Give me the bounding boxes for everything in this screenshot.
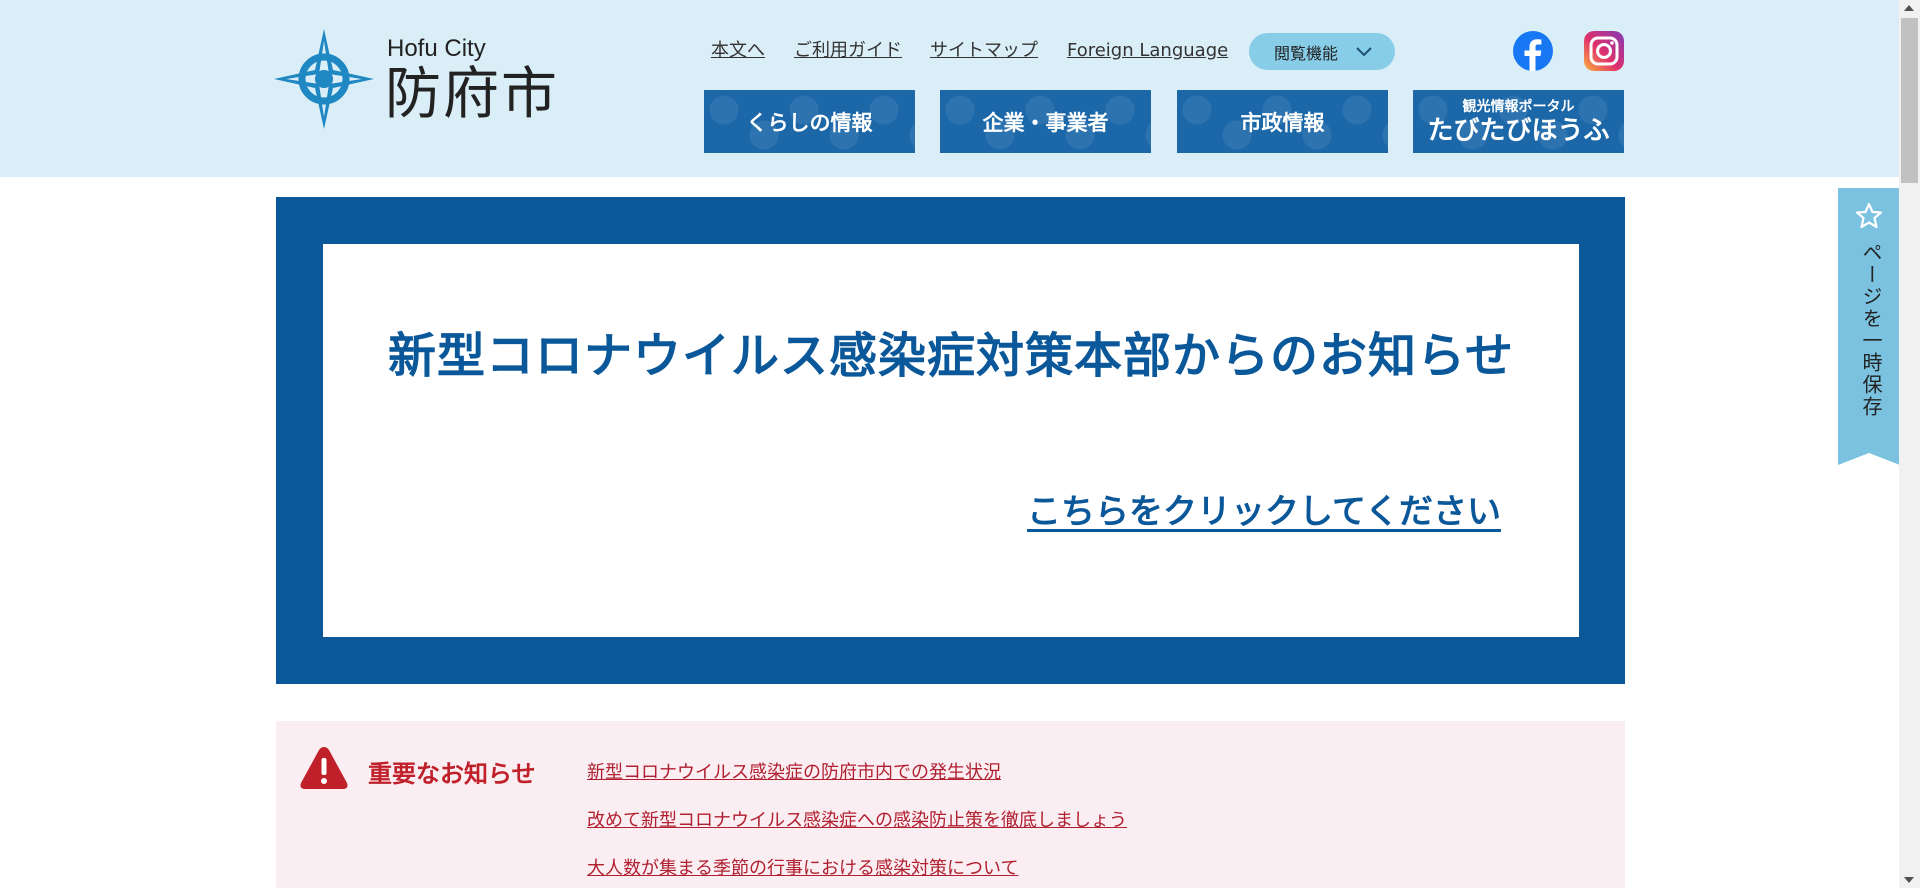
portal-title: たびたびほうふ <box>1427 115 1610 146</box>
nav-living-info[interactable]: くらしの情報 <box>704 90 915 153</box>
instagram-icon[interactable] <box>1583 30 1625 72</box>
save-page-tab[interactable]: ページを一時保存 <box>1838 188 1900 465</box>
banner-title: 新型コロナウイルス感染症対策本部からのお知らせ <box>387 328 1515 384</box>
notice-link-prevention[interactable]: 改めて新型コロナウイルス感染症への感染防止策を徹底しましょう <box>587 806 1127 832</box>
notice-link-seasonal-events[interactable]: 大人数が集まる季節の行事における感染対策について <box>587 854 1018 880</box>
covid-banner[interactable]: 新型コロナウイルス感染症対策本部からのお知らせ こちらをクリックしてください <box>276 197 1625 684</box>
usage-guide-link[interactable]: ご利用ガイド <box>794 40 902 62</box>
notice-link-outbreak-status[interactable]: 新型コロナウイルス感染症の防府市内での発生状況 <box>587 758 1001 784</box>
browse-functions-button[interactable]: 閲覧機能 <box>1249 33 1395 70</box>
important-notices: 重要なお知らせ 新型コロナウイルス感染症の防府市内での発生状況 改めて新型コロナ… <box>276 721 1625 888</box>
scroll-down-arrow-icon[interactable] <box>1904 877 1914 883</box>
banner-inner: 新型コロナウイルス感染症対策本部からのお知らせ こちらをクリックしてください <box>323 244 1579 637</box>
notice-title: 重要なお知らせ <box>368 760 536 788</box>
facebook-icon[interactable] <box>1512 30 1554 72</box>
save-page-label: ページを一時保存 <box>1859 242 1883 418</box>
banner-click-link[interactable]: こちらをクリックしてください <box>1027 484 1501 533</box>
scrollbar-thumb[interactable] <box>1901 18 1918 183</box>
browse-functions-label: 閲覧機能 <box>1274 43 1339 63</box>
nav-business[interactable]: 企業・事業者 <box>940 90 1151 153</box>
logo-english-text: Hofu City <box>387 35 486 62</box>
nav-city-admin[interactable]: 市政情報 <box>1177 90 1388 153</box>
skip-to-content-link[interactable]: 本文へ <box>711 40 765 62</box>
vertical-scrollbar[interactable] <box>1899 0 1920 888</box>
portal-subtitle: 観光情報ポータル <box>1462 98 1575 115</box>
sitemap-link[interactable]: サイトマップ <box>930 40 1038 62</box>
scroll-up-arrow-icon[interactable] <box>1904 5 1914 11</box>
chevron-down-icon <box>1356 47 1372 57</box>
nav-tourism-portal[interactable]: 観光情報ポータル たびたびほうふ <box>1413 90 1624 153</box>
star-icon <box>1855 202 1883 229</box>
logo-japanese-text: 防府市 <box>385 62 559 127</box>
foreign-language-link[interactable]: Foreign Language <box>1067 40 1228 62</box>
warning-icon <box>300 747 348 789</box>
site-header: Hofu City 防府市 本文へ ご利用ガイド サイトマップ Foreign … <box>0 0 1899 177</box>
